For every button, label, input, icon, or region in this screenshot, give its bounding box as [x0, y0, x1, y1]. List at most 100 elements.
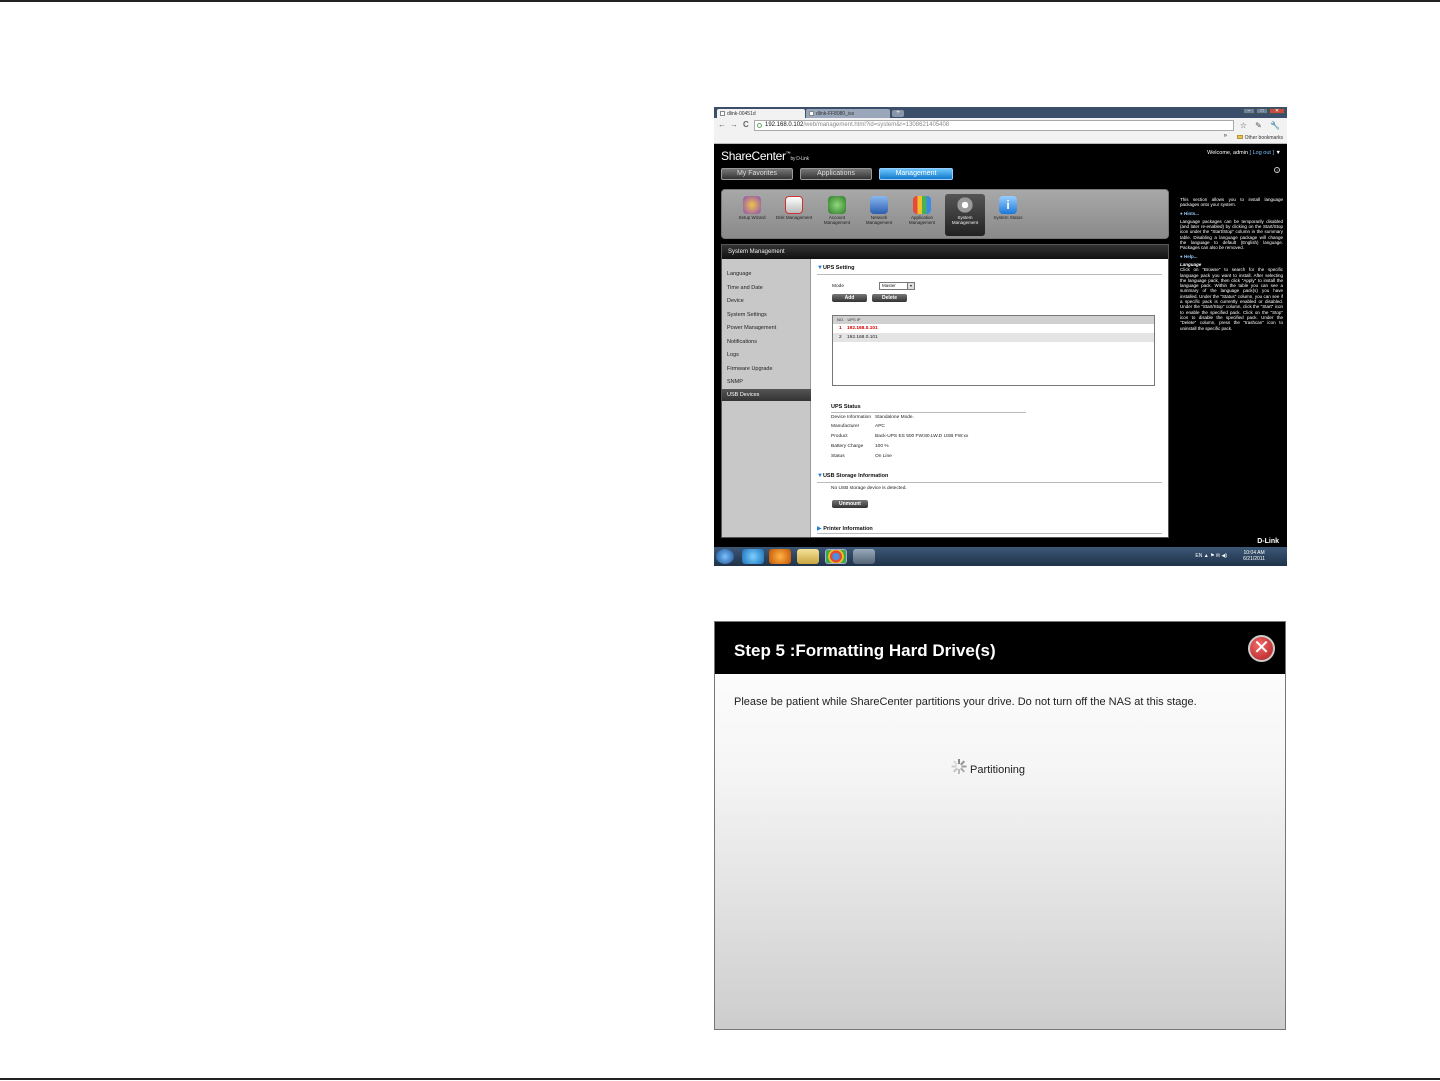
system-management-panel: System Management Language Time and Date… — [721, 244, 1169, 538]
system-status-button[interactable]: i System Status — [988, 194, 1028, 236]
toolbar-icons[interactable]: ☆ ✎ 🔧 — [1240, 121, 1283, 130]
sharecenter-logo: ShareCenter™by D-Link — [721, 149, 809, 163]
loading-spinner-icon — [951, 759, 967, 774]
field-label: Battery Charge — [831, 444, 864, 449]
close-icon[interactable]: ✕ — [1248, 635, 1275, 662]
new-tab-button[interactable]: + — [892, 110, 904, 117]
maximize-button[interactable]: □ — [1256, 108, 1268, 114]
globe-icon — [757, 123, 762, 128]
ups-setting-header[interactable]: ▼UPS Setting — [817, 265, 854, 271]
minimize-button[interactable]: – — [1243, 108, 1255, 114]
table-row[interactable]: 1 192.168.0.101 — [833, 324, 1154, 333]
printer-information-header[interactable]: ▶ Printer Information — [817, 525, 873, 532]
ups-status-header: UPS Status — [831, 404, 861, 410]
field-value: 100 % — [875, 444, 889, 449]
menu-item-language[interactable]: Language — [727, 271, 751, 277]
bookmarks-overflow-icon[interactable]: » — [1224, 133, 1227, 139]
gear-icon — [956, 196, 974, 214]
application-management-button[interactable]: Application Management — [902, 194, 942, 236]
apps-icon — [913, 196, 931, 214]
browser-tab-1[interactable]: dlink-00451d — [717, 109, 805, 118]
field-value: Back-UPS ES 500 FW:80.LW.D USB FW:xx — [875, 434, 969, 439]
unmount-button[interactable]: Unmount — [832, 500, 868, 508]
panel-title: System Management — [722, 245, 1168, 259]
menu-item-time-and-date[interactable]: Time and Date — [727, 285, 763, 291]
bottom-rule — [0, 1078, 1440, 1080]
table-row[interactable]: 2 192.168.0.101 — [833, 333, 1154, 342]
tab-my-favorites[interactable]: My Favorites — [721, 168, 793, 180]
tab-management[interactable]: Management — [879, 168, 953, 180]
mode-label: Mode — [832, 284, 844, 289]
chrome-icon[interactable] — [825, 549, 847, 564]
start-button-icon[interactable] — [716, 549, 734, 564]
sharecenter-app: ShareCenter™by D-Link Welcome, admin [ L… — [714, 144, 1287, 547]
field-value: APC — [875, 424, 885, 429]
tab-applications[interactable]: Applications — [800, 168, 872, 180]
reload-icon[interactable]: C — [743, 121, 749, 129]
system-tray[interactable]: EN ▲ ⚑ ✉ ◀) — [1195, 553, 1227, 559]
help-sidebar: This section allows you to install langu… — [1176, 191, 1287, 538]
file-explorer-icon[interactable] — [797, 549, 819, 564]
bookmarks-bar: » Other bookmarks — [714, 133, 1287, 144]
disk-icon — [785, 196, 803, 214]
menu-item-snmp[interactable]: SNMP — [727, 379, 743, 385]
delete-button[interactable]: Delete — [872, 294, 907, 302]
ups-ip-table: NO. UPS IP 1 192.168.0.101 2 192.168.0.1… — [832, 315, 1155, 386]
help-icon[interactable]: ? — [1274, 167, 1280, 173]
chevron-down-icon: ▾ — [907, 283, 914, 289]
close-window-button[interactable]: ✕ — [1269, 108, 1285, 114]
firefox-icon[interactable] — [769, 549, 791, 564]
system-management-button[interactable]: System Management — [945, 194, 985, 236]
help-text: Click on "Browse" to search for the spec… — [1180, 267, 1283, 331]
taskbar-clock[interactable]: 10:04 AM 6/21/2011 — [1243, 550, 1265, 562]
disk-management-button[interactable]: Disk Management — [774, 194, 814, 236]
forward-icon[interactable]: → — [730, 121, 738, 129]
divider — [817, 533, 1162, 534]
browser-tab-bar: dlink-00451d dlink-FF8080_isx + – □ ✕ — [714, 107, 1287, 118]
add-button[interactable]: Add — [832, 294, 867, 302]
address-toolbar: ← → C 192.168.0.102/web/management.html?… — [714, 118, 1287, 133]
setup-wizard-button[interactable]: Setup Wizard — [732, 194, 772, 236]
system-management-menu: Language Time and Date Device System Set… — [722, 259, 811, 537]
menu-item-firmware-upgrade[interactable]: Firmware Upgrade — [727, 366, 773, 372]
users-icon — [828, 196, 846, 214]
account-management-button[interactable]: Account Management — [817, 194, 857, 236]
field-label: Status — [831, 454, 845, 459]
welcome-text: Welcome, admin [ Log out ] ▼ — [1207, 150, 1281, 156]
menu-item-usb-devices[interactable]: USB Devices — [722, 389, 811, 401]
field-label: Manufacturer — [831, 424, 860, 429]
management-icon-bar: Setup Wizard Disk Management Account Man… — [721, 189, 1169, 239]
browser-tab-2[interactable]: dlink-FF8080_isx — [806, 109, 890, 118]
usb-storage-header[interactable]: ▼USB Storage Information — [817, 473, 888, 479]
internet-explorer-icon[interactable] — [742, 549, 764, 564]
mode-select[interactable]: Master ▾ — [879, 282, 915, 290]
sharecenter-screenshot: dlink-00451d dlink-FF8080_isx + – □ ✕ ← … — [714, 107, 1287, 566]
network-icon — [870, 196, 888, 214]
chevron-down-icon[interactable]: ▼ — [1274, 150, 1281, 156]
field-label: Product — [831, 434, 848, 439]
windows-taskbar: EN ▲ ⚑ ✉ ◀) 10:04 AM 6/21/2011 — [714, 547, 1287, 566]
field-label: Device Information — [831, 415, 871, 420]
divider — [831, 412, 1026, 413]
logout-link[interactable]: [ Log out ] — [1250, 150, 1274, 156]
menu-item-logs[interactable]: Logs — [727, 352, 739, 358]
page-icon — [809, 111, 814, 116]
network-management-button[interactable]: Network Management — [859, 194, 899, 236]
formatting-dialog: Step 5 :Formatting Hard Drive(s) ✕ Pleas… — [714, 621, 1286, 1030]
other-bookmarks[interactable]: Other bookmarks — [1236, 135, 1283, 141]
field-value: Standalone Mode. — [875, 415, 914, 420]
window-controls: – □ ✕ — [1243, 108, 1285, 114]
menu-item-system-settings[interactable]: System Settings — [727, 312, 767, 318]
dialog-header: Step 5 :Formatting Hard Drive(s) ✕ — [715, 622, 1285, 674]
back-icon[interactable]: ← — [718, 121, 726, 129]
dlink-logo: D-Link — [1257, 538, 1279, 545]
network-tool-icon[interactable] — [853, 549, 875, 564]
url-input[interactable]: 192.168.0.102/web/management.html?id=sys… — [754, 120, 1234, 131]
menu-item-device[interactable]: Device — [727, 298, 744, 304]
usb-storage-message: No USB storage device is detected. — [831, 486, 907, 491]
hints-heading: ● Hints... — [1180, 210, 1199, 216]
folder-icon — [1236, 135, 1243, 139]
divider — [817, 482, 1162, 483]
menu-item-notifications[interactable]: Notifications — [727, 339, 757, 345]
menu-item-power-management[interactable]: Power Management — [727, 325, 776, 331]
